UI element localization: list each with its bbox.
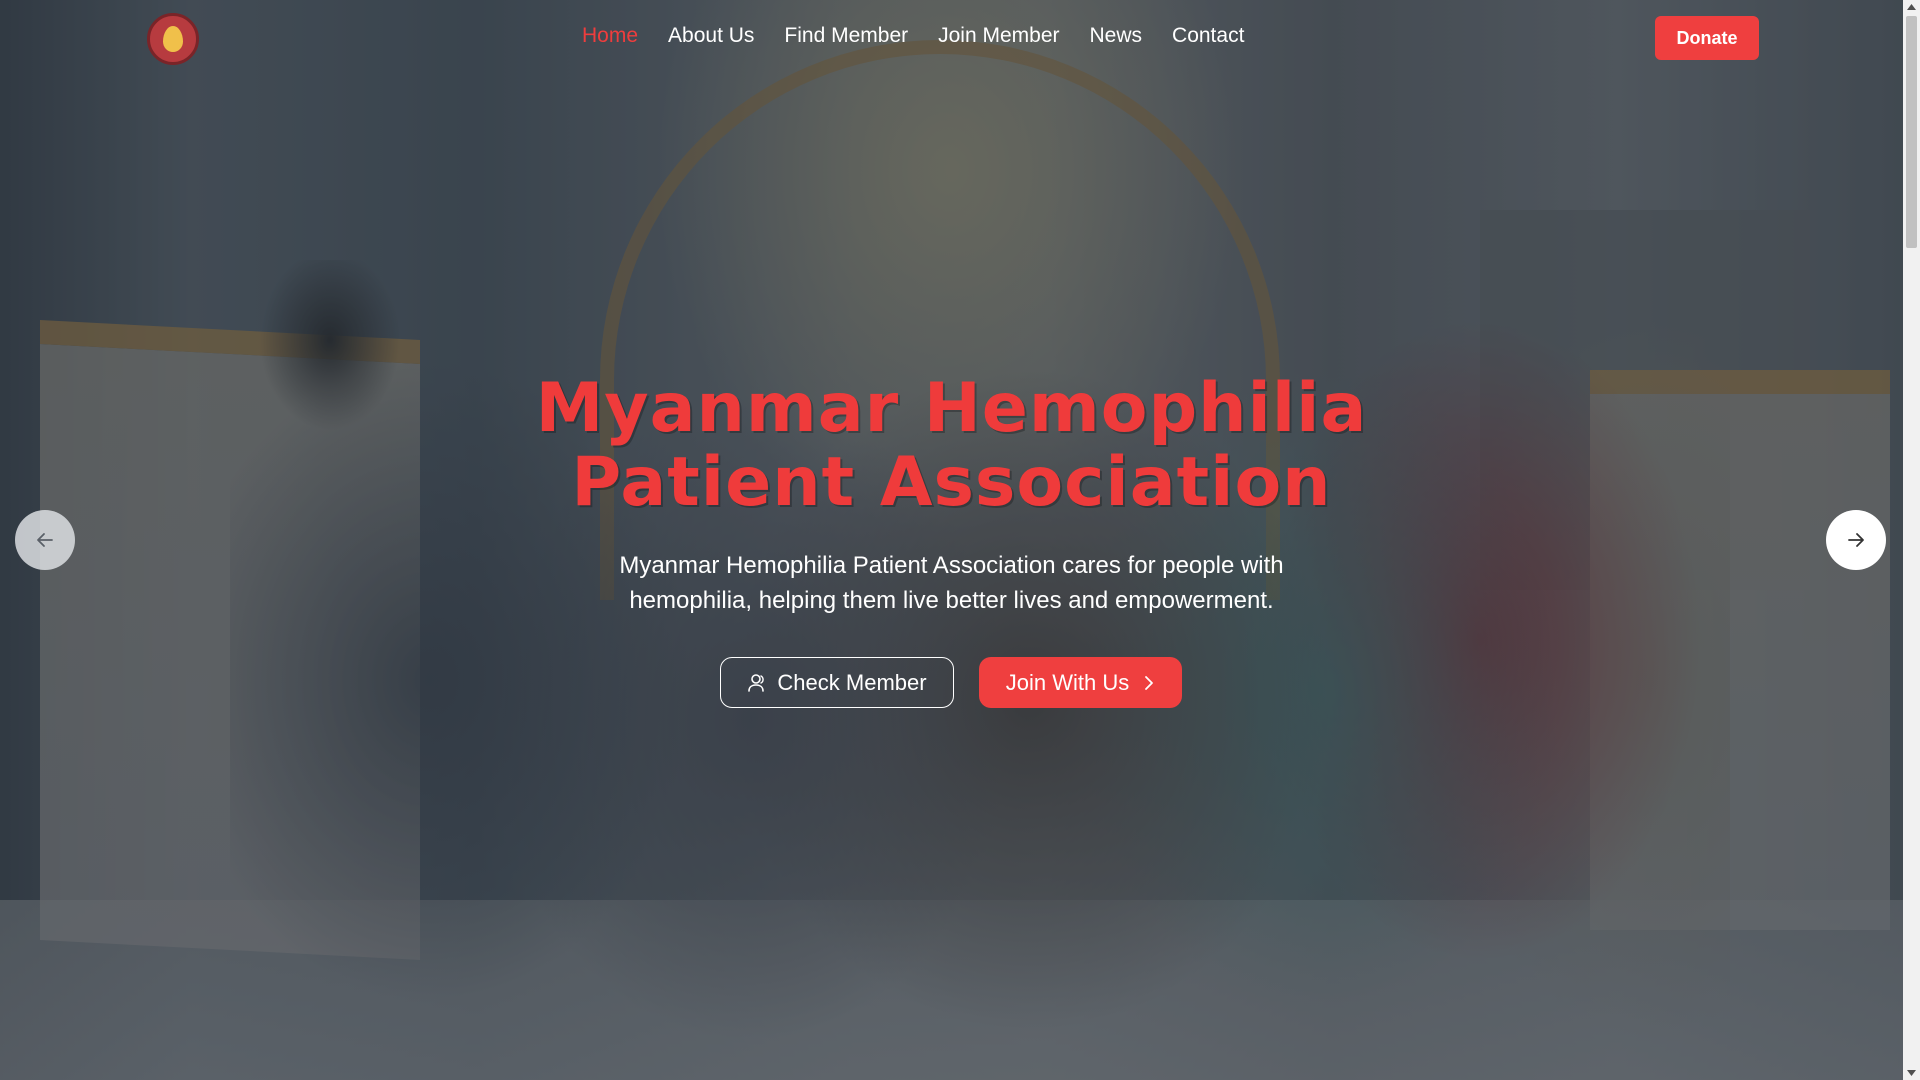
user-icon	[748, 673, 765, 692]
scroll-thumb[interactable]	[1906, 16, 1917, 248]
hero-overlay	[0, 0, 1903, 1080]
caret-up-icon	[1907, 4, 1916, 10]
carousel-next-button[interactable]	[1826, 510, 1886, 570]
arrow-left-icon	[37, 533, 53, 547]
chevron-right-icon	[1145, 675, 1154, 690]
hero-title: Myanmar Hemophilia Patient Association	[535, 369, 1368, 522]
main-nav: Home About Us Find Member Join Member Ne…	[582, 24, 1244, 54]
page-scrollbar[interactable]	[1903, 0, 1920, 1080]
scroll-down-arrow[interactable]	[1903, 1066, 1920, 1080]
join-with-us-button[interactable]: Join With Us	[979, 657, 1182, 708]
nav-item-news[interactable]: News	[1090, 24, 1143, 54]
nav-item-home[interactable]: Home	[582, 24, 638, 54]
carousel-prev-button[interactable]	[15, 510, 75, 570]
hero-section: Home About Us Find Member Join Member Ne…	[0, 0, 1903, 1080]
nav-item-contact[interactable]: Contact	[1172, 24, 1244, 54]
logo-drop-icon	[163, 26, 183, 52]
donate-button[interactable]: Donate	[1655, 16, 1759, 60]
nav-item-join-member[interactable]: Join Member	[938, 24, 1059, 54]
nav-item-find-member[interactable]: Find Member	[784, 24, 908, 54]
caret-down-icon	[1907, 1070, 1916, 1076]
arrow-right-icon	[1848, 533, 1864, 547]
join-with-us-label: Join With Us	[1005, 669, 1130, 695]
nav-item-about-us[interactable]: About Us	[668, 24, 754, 54]
check-member-button[interactable]: Check Member	[720, 657, 954, 708]
hero-subtitle: Myanmar Hemophilia Patient Association c…	[619, 552, 1284, 614]
association-logo[interactable]	[147, 13, 199, 65]
scroll-up-arrow[interactable]	[1903, 0, 1920, 14]
check-member-label: Check Member	[777, 669, 927, 695]
